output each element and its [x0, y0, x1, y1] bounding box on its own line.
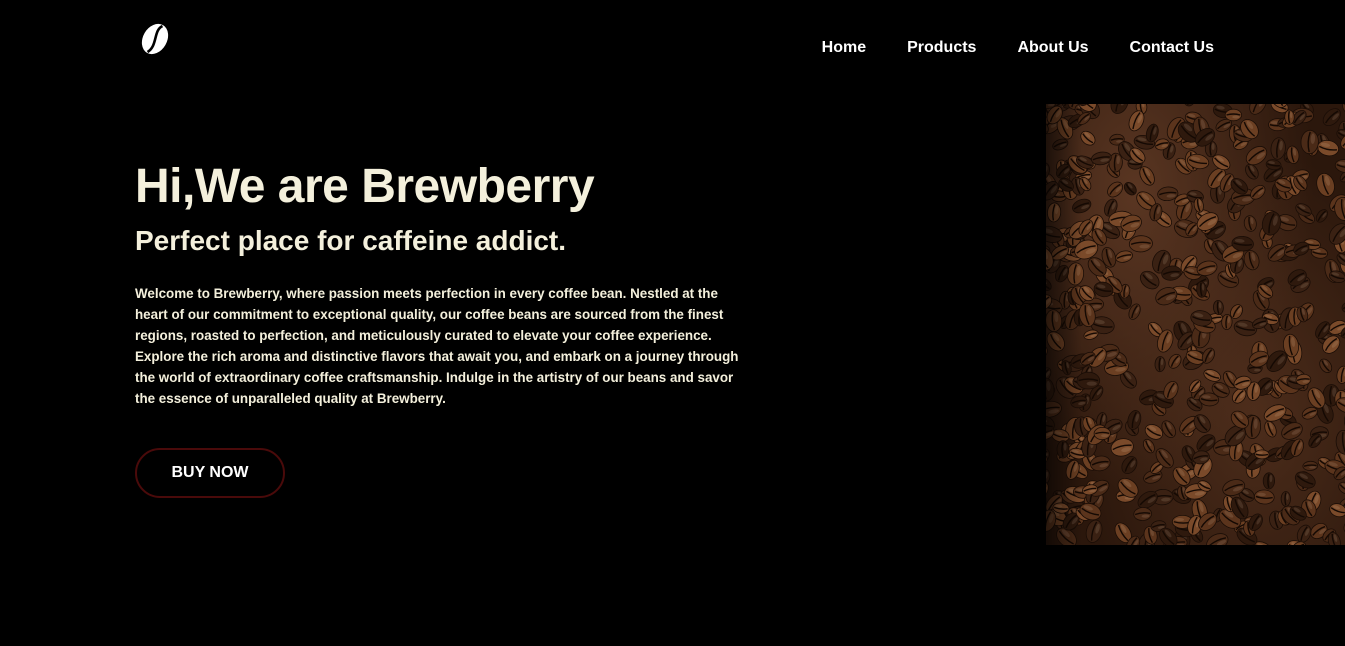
nav-products-link[interactable]: Products: [907, 38, 976, 58]
hero-subtitle: Perfect place for caffeine addict.: [135, 225, 567, 256]
hero-description: Welcome to Brewberry, where passion meet…: [135, 286, 739, 406]
nav-home-link[interactable]: Home: [822, 38, 866, 58]
nav-contact-link[interactable]: Contact Us: [1130, 38, 1214, 58]
hero-title: Hi,We are Brewberry: [135, 160, 595, 213]
page: Home Products About Us Contact Us Hi,We …: [0, 0, 1345, 646]
coffee-beans-image: [1046, 104, 1345, 545]
main-nav: Home Products About Us Contact Us: [822, 38, 1214, 58]
nav-about-link[interactable]: About Us: [1017, 38, 1088, 58]
coffee-bean-icon[interactable]: [137, 20, 173, 58]
buy-now-button[interactable]: BUY NOW: [135, 448, 285, 498]
